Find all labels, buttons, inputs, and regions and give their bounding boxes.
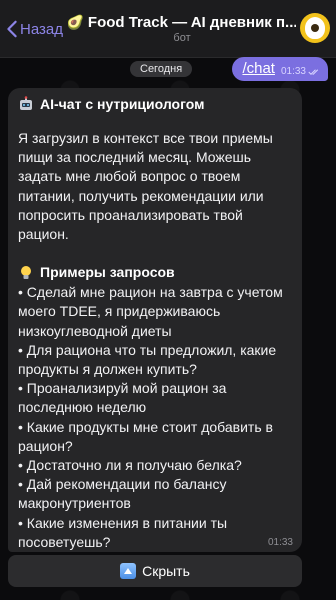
- message-meta: 01:33: [281, 66, 320, 77]
- examples-heading-text: Примеры запросов: [40, 264, 175, 281]
- back-label: Назад: [20, 20, 63, 38]
- lightbulb-icon: [21, 265, 31, 279]
- examples-heading: Примеры запросов: [18, 263, 292, 282]
- examples-list: • Сделай мне рацион на завтра с учетом м…: [18, 283, 292, 552]
- list-item: • Какие продукты мне стоит добавить в ра…: [18, 418, 273, 454]
- list-item: • Сделай мне рацион на завтра с учетом м…: [18, 284, 283, 339]
- command-link[interactable]: /chat: [242, 60, 275, 77]
- message-time: 01:33: [280, 66, 306, 77]
- intro-text: Я загрузил в контекст все твои приемы пи…: [18, 130, 273, 243]
- hide-button-label: Скрыть: [142, 563, 190, 579]
- hide-button[interactable]: Скрыть: [8, 555, 302, 587]
- outgoing-message[interactable]: /chat 01:33: [232, 57, 328, 81]
- list-item: • Для рациона что ты предложил, какие пр…: [18, 341, 277, 378]
- chat-title: 🥑 Food Track — AI дневник п...: [68, 14, 296, 31]
- chat-header: Назад 🥑 Food Track — AI дневник п... бот: [0, 0, 336, 58]
- list-item: • Проанализируй мой рацион за последнюю …: [18, 380, 227, 416]
- list-item: • Какие изменения в питании ты посоветуе…: [18, 514, 228, 550]
- incoming-message[interactable]: AI-чат с нутрициологом Я загрузил в конт…: [8, 88, 302, 552]
- robot-icon: [20, 96, 32, 110]
- chat-subtitle: бот: [173, 32, 191, 44]
- up-arrow-icon: [120, 563, 137, 579]
- back-button[interactable]: Назад: [6, 20, 63, 38]
- avocado-icon: 🥑: [68, 14, 84, 30]
- message-time: 01:33: [267, 537, 293, 548]
- chat-title-text: Food Track — AI дневник п...: [87, 14, 296, 31]
- list-item: • Достаточно ли я получаю белка?: [18, 457, 242, 474]
- chevron-left-icon: [7, 20, 17, 38]
- heading-text: AI-чат с нутрициологом: [40, 96, 205, 112]
- list-item: • Дай рекомендации по балансу макронутри…: [18, 476, 227, 512]
- message-heading: AI-чат с нутрициологом: [18, 95, 292, 113]
- bot-avatar[interactable]: [300, 13, 330, 43]
- chat-title-block[interactable]: 🥑 Food Track — AI дневник п... бот: [68, 14, 296, 44]
- double-check-icon: [308, 68, 319, 75]
- date-separator: Сегодня: [130, 61, 193, 77]
- avocado-avatar-icon: [305, 17, 325, 39]
